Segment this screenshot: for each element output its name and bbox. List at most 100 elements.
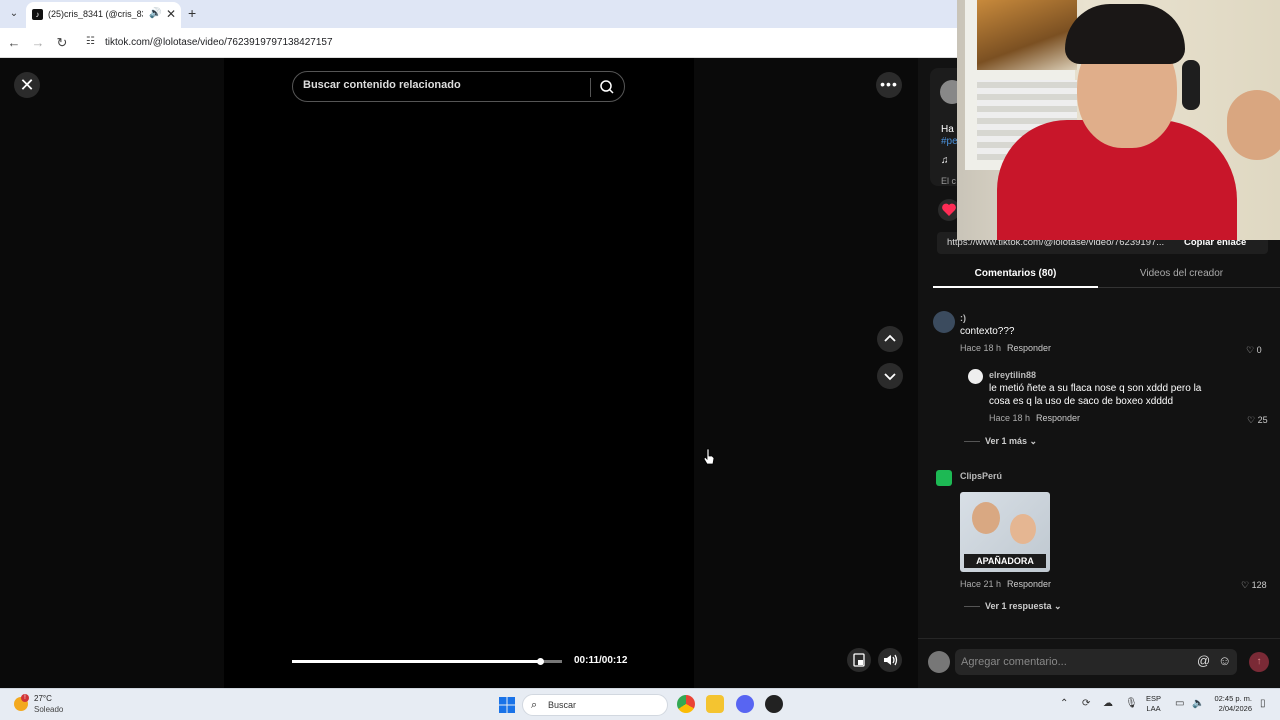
search-divider (590, 78, 591, 97)
webcam-tiger-picture (977, 0, 1077, 70)
view-more-replies-button[interactable]: Ver 1 más ⌄ (985, 436, 1037, 447)
webcam-person-hand (1227, 90, 1280, 160)
comment-time: Hace 21 h (960, 579, 1002, 589)
chevron-down-icon (884, 373, 896, 381)
tab-creator-videos[interactable]: Videos del creador (1099, 268, 1264, 279)
close-video-button[interactable]: ✕ (14, 72, 40, 98)
wifi-icon[interactable]: ▭ (1175, 698, 1184, 709)
comment-avatar[interactable] (933, 311, 955, 333)
next-video-button[interactable] (877, 363, 903, 389)
video-progress-bar[interactable] (292, 658, 562, 665)
tray-app-icon[interactable]: ⟳ (1082, 698, 1090, 709)
view-replies-label: Ver 1 respuesta (985, 601, 1052, 611)
miniplayer-icon (853, 653, 865, 667)
tab-search-caret-icon[interactable]: ⌄ (6, 6, 22, 22)
my-avatar[interactable] (928, 651, 950, 673)
taskbar-search-label: Buscar (548, 700, 577, 710)
description-hashtag[interactable]: #pe (941, 136, 958, 147)
reply-reply-button[interactable]: Responder (1036, 413, 1080, 423)
tab-title: (25)cris_8341 (@cris_8341) (48, 9, 143, 19)
description-text: Ha (941, 124, 954, 135)
previous-video-button[interactable] (877, 326, 903, 352)
tab-comments[interactable]: Comentarios (80) (933, 268, 1098, 279)
comment-username[interactable]: ClipsPerú (960, 471, 1002, 481)
comment-list: :) contexto??? Hace 18 h Responder ♡ 0 e… (918, 306, 1280, 636)
chevron-up-icon (884, 334, 896, 342)
comment-reply-button[interactable]: Responder (1007, 579, 1051, 589)
tab-audio-icon[interactable]: 🔊 (149, 8, 161, 19)
more-options-button[interactable]: ••• (876, 72, 902, 98)
comment-like-count: 128 (1251, 580, 1267, 590)
microphone-icon[interactable]: 🎙 (1125, 698, 1138, 709)
music-note-icon[interactable]: ♫ (941, 155, 949, 166)
sidebar-tabs: Comentarios (80) Videos del creador (933, 260, 1280, 288)
related-search-box[interactable] (292, 71, 625, 102)
view-more-label: Ver 1 más (985, 436, 1028, 446)
video-progress-fill (292, 660, 541, 663)
tiktok-favicon-icon: ♪ (32, 9, 43, 20)
lang-bottom: LAA (1146, 704, 1161, 713)
emoji-icon[interactable]: ☺ (1218, 653, 1231, 668)
comment-like-count: 0 (1256, 345, 1262, 355)
weather-temperature[interactable]: 27°C (34, 694, 52, 703)
send-comment-button[interactable]: ↑ (1249, 652, 1269, 672)
webcam-headset (1182, 60, 1200, 110)
view-replies-button[interactable]: Ver 1 respuesta ⌄ (985, 601, 1062, 612)
lang-top: ESP (1146, 694, 1162, 703)
reply-username[interactable]: elreytilin88 (989, 370, 1036, 380)
volume-button[interactable] (878, 648, 902, 672)
url-field[interactable]: tiktok.com/@lolotase/video/7623919797138… (105, 37, 333, 48)
reply-text: le metió ñete a su flaca nose q son xddd… (989, 383, 1202, 407)
sticker-face (972, 502, 1000, 534)
notification-icon[interactable]: ▯ (1260, 698, 1266, 709)
forward-icon[interactable]: → (30, 35, 46, 51)
tab-close-icon[interactable]: ✕ (166, 7, 176, 21)
video-progress-knob[interactable] (537, 658, 545, 665)
search-icon[interactable] (599, 79, 615, 95)
webcam-overlay (957, 0, 1280, 240)
miniplayer-button[interactable] (847, 648, 871, 672)
mention-icon[interactable]: @ (1197, 653, 1210, 668)
obs-app-icon[interactable] (765, 695, 783, 713)
related-search-input[interactable] (303, 79, 583, 91)
file-explorer-icon[interactable] (706, 695, 724, 713)
reload-icon[interactable]: ↻ (54, 35, 70, 51)
webcam-person-hair (1065, 4, 1185, 64)
back-icon[interactable]: ← (6, 35, 22, 51)
comment-avatar[interactable] (936, 470, 952, 486)
comment-like-button[interactable]: ♡ 0 (1246, 345, 1262, 356)
more-replies-line (964, 441, 980, 442)
sticker-face (1010, 514, 1036, 544)
weather-condition[interactable]: Soleado (34, 705, 63, 714)
comment-input[interactable] (955, 649, 1237, 675)
active-tab-underline (933, 286, 1098, 288)
sticker-label: APAÑADORA (964, 554, 1046, 568)
more-replies-line (964, 606, 980, 607)
taskbar-clock[interactable]: 02:45 p. m. 2/04/2026 (1208, 694, 1252, 714)
windows-start-icon[interactable] (499, 697, 515, 713)
volume-icon (884, 654, 898, 666)
reply-time: Hace 18 h (989, 413, 1031, 423)
site-info-icon[interactable]: ☷ (86, 36, 98, 48)
browser-tab-active[interactable]: ♪ (25)cris_8341 (@cris_8341) 🔊 ✕ (26, 2, 181, 28)
reply-avatar[interactable] (968, 369, 983, 384)
mouse-cursor-icon (703, 448, 715, 465)
comment-time: Hace 18 h (960, 343, 1002, 353)
comment-like-button[interactable]: ♡ 128 (1241, 580, 1267, 591)
reply-like-button[interactable]: ♡ 25 (1247, 415, 1268, 426)
taskbar-search[interactable]: ⌕ Buscar (522, 694, 668, 716)
comment-reply-button[interactable]: Responder (1007, 343, 1051, 353)
add-comment-bar: @ ☺ ↑ (918, 638, 1280, 688)
chrome-app-icon[interactable] (677, 695, 695, 713)
tray-network-icon[interactable]: ☁ (1103, 698, 1113, 709)
discord-app-icon[interactable] (736, 695, 754, 713)
comment-sticker-image: APAÑADORA (960, 492, 1050, 572)
windows-taskbar: ! 27°C Soleado ⌕ Buscar ⌃ ⟳ ☁ 🎙 ESP LAA … (0, 688, 1280, 720)
input-language[interactable]: ESP LAA (1146, 694, 1161, 714)
speaker-icon[interactable]: 🔈 (1192, 698, 1204, 709)
comment-username[interactable]: :) (960, 313, 966, 323)
description-more: El c (941, 176, 957, 186)
tray-overflow-icon[interactable]: ⌃ (1060, 698, 1068, 709)
video-viewport: ✕ ••• 00:11/00:12 (0, 58, 918, 688)
new-tab-button[interactable]: + (188, 5, 196, 21)
